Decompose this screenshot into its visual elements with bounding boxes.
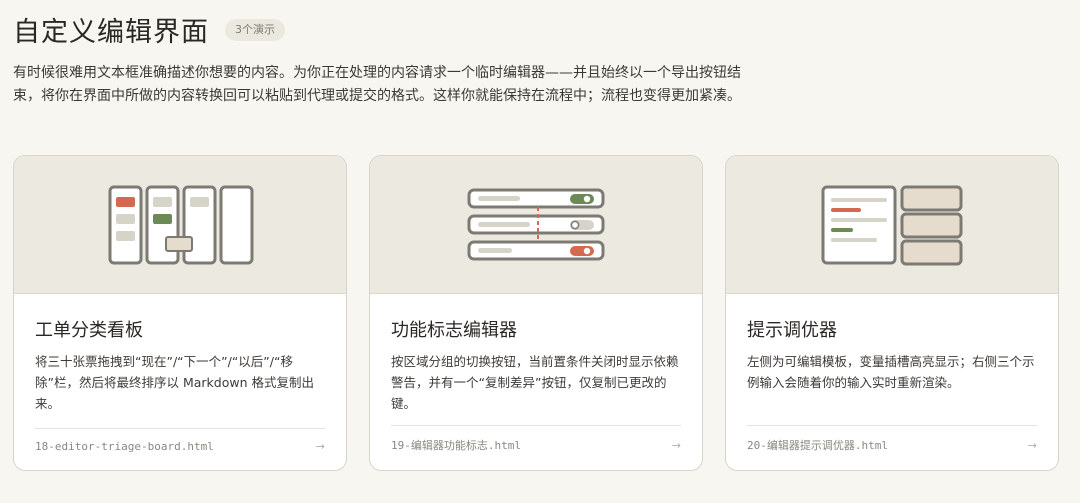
card-description: 将三十张票拖拽到“现在”/“下一个”/“以后”/“移除”栏，然后将最终排序以 M… bbox=[35, 354, 314, 411]
card-filename: 19-编辑器功能标志.html bbox=[391, 439, 521, 452]
card-description: 左侧为可编辑模板，变量插槽高亮显示；右侧三个示例输入会随着你的输入实时重新渲染。 bbox=[747, 354, 1035, 390]
card-thumbnail bbox=[726, 156, 1058, 294]
card-thumbnail bbox=[370, 156, 702, 294]
card-footer: 20-编辑器提示调优器.html → bbox=[747, 425, 1037, 453]
page-description: 有时候很难用文本框准确描述你想要的内容。为你正在处理的内容请求一个临时编辑器——… bbox=[13, 65, 741, 104]
demo-card-prompt-tuner[interactable]: 提示调优器 左侧为可编辑模板，变量插槽高亮显示；右侧三个示例输入会随着你的输入实… bbox=[725, 155, 1059, 471]
demo-card-feature-flags[interactable]: 功能标志编辑器 按区域分组的切换按钮，当前置条件关闭时显示依赖警告，并有一个“复… bbox=[369, 155, 703, 471]
demo-card-triage-board[interactable]: 工单分类看板 将三十张票拖拽到“现在”/“下一个”/“以后”/“移除”栏，然后将… bbox=[13, 155, 347, 471]
page-header: 自定义编辑界面 3个演示 bbox=[13, 10, 285, 49]
card-description: 按区域分组的切换按钮，当前置条件关闭时显示依赖警告，并有一个“复制差异”按钮，仅… bbox=[391, 354, 679, 411]
page: 自定义编辑界面 3个演示 有时候很难用文本框准确描述你想要的内容。为你正在处理的… bbox=[0, 0, 1080, 503]
kanban-board-icon bbox=[108, 185, 254, 264]
card-filename: 20-编辑器提示调优器.html bbox=[747, 439, 888, 452]
demo-card-list: 工单分类看板 将三十张票拖拽到“现在”/“下一个”/“以后”/“移除”栏，然后将… bbox=[13, 155, 1059, 471]
demo-count-badge: 3个演示 bbox=[225, 18, 285, 41]
card-thumbnail bbox=[14, 156, 346, 294]
card-title: 提示调优器 bbox=[747, 320, 837, 341]
page-title: 自定义编辑界面 bbox=[13, 17, 209, 48]
card-title: 工单分类看板 bbox=[35, 320, 143, 341]
toggle-list-icon bbox=[467, 188, 605, 260]
card-footer: 19-编辑器功能标志.html → bbox=[391, 425, 681, 453]
arrow-right-icon[interactable]: → bbox=[672, 439, 681, 452]
arrow-right-icon[interactable]: → bbox=[1028, 439, 1037, 452]
arrow-right-icon[interactable]: → bbox=[316, 440, 325, 453]
prompt-template-icon bbox=[821, 185, 963, 265]
card-filename: 18-editor-triage-board.html bbox=[35, 440, 214, 453]
card-title: 功能标志编辑器 bbox=[391, 320, 517, 341]
card-footer: 18-editor-triage-board.html → bbox=[35, 428, 325, 453]
